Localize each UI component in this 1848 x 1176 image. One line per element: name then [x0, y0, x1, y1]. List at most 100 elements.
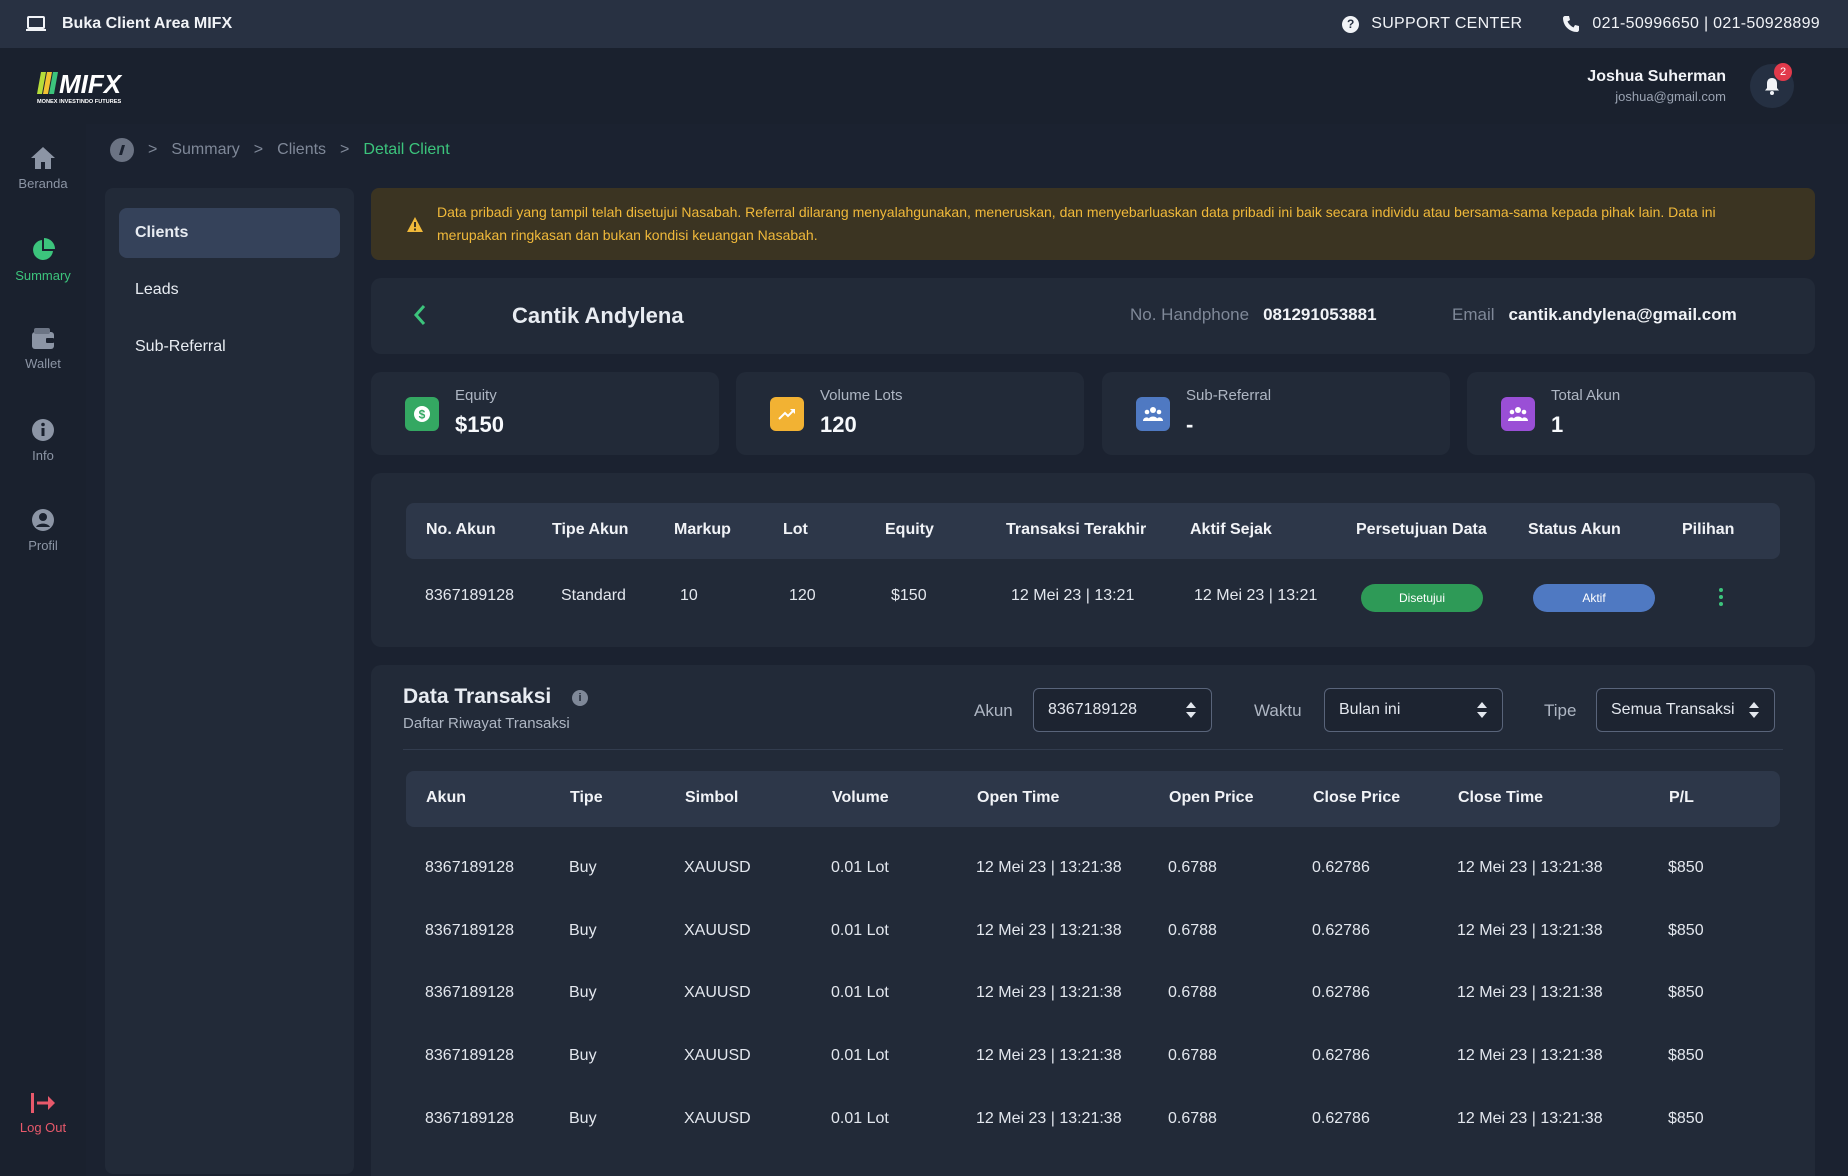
filter-tipe-select[interactable]: Semua Transaksi: [1596, 688, 1775, 732]
cell-pl: $850: [1668, 1109, 1704, 1127]
rail-label: Wallet: [25, 356, 61, 371]
mifx-logo: MIFX MONEX INVESTINDO FUTURES: [37, 70, 123, 105]
rail-item-summary[interactable]: Summary: [0, 238, 86, 283]
laptop-icon: [26, 16, 46, 31]
transactions-panel: Data Transaksi i Daftar Riwayat Transaks…: [371, 665, 1815, 1176]
cell-tipe-akun: Standard: [561, 587, 626, 604]
col-open-time: Open Time: [977, 789, 1060, 806]
rail-item-info[interactable]: Info: [0, 418, 86, 463]
cell-close-time: 12 Mei 23 | 13:21:38: [1457, 984, 1603, 1002]
cell-close-time: 12 Mei 23 | 13:21:38: [1457, 859, 1603, 876]
col-tipe-akun: Tipe Akun: [552, 521, 629, 538]
support-center-label: SUPPORT CENTER: [1371, 15, 1523, 32]
filter-tipe-value: Semua Transaksi: [1611, 701, 1735, 718]
stat-label: Equity: [455, 387, 497, 404]
col-no-akun: No. Akun: [426, 521, 496, 538]
stat-sub-referral: Sub-Referral -: [1102, 372, 1450, 455]
user-info[interactable]: Joshua Suherman joshua@gmail.com: [1587, 68, 1726, 104]
cell-simbol: XAUUSD: [684, 859, 751, 876]
col-tipe: Tipe: [570, 789, 603, 806]
cell-simbol: XAUUSD: [684, 921, 751, 939]
col-volume: Volume: [832, 789, 889, 806]
filter-akun-select[interactable]: 8367189128: [1033, 688, 1212, 732]
chevron-right-icon: >: [253, 141, 264, 158]
accounts-table: No. Akun Tipe Akun Markup Lot Equity Tra…: [371, 473, 1815, 647]
cell-open-time: 12 Mei 23 | 13:21:38: [976, 1109, 1122, 1127]
stat-value: $150: [455, 412, 504, 437]
filter-akun-value: 8367189128: [1048, 701, 1137, 718]
rail-label: Beranda: [18, 176, 68, 191]
privacy-warning: Data pribadi yang tampil telah disetujui…: [371, 188, 1815, 260]
cell-markup: 10: [680, 587, 698, 604]
logout-icon: [31, 1093, 55, 1113]
help-icon: ?: [1342, 15, 1360, 33]
support-center-link[interactable]: ? SUPPORT CENTER: [1342, 15, 1522, 33]
cell-tipe: Buy: [569, 921, 597, 939]
rail-item-beranda[interactable]: Beranda: [0, 146, 86, 191]
rail-item-profil[interactable]: Profil: [0, 508, 86, 553]
cell-close-price: 0.62786: [1312, 1109, 1370, 1127]
user-email: joshua@gmail.com: [1615, 89, 1726, 104]
cell-open-time: 12 Mei 23 | 13:21:38: [976, 1047, 1122, 1065]
home-icon: [31, 147, 55, 169]
cell-simbol: XAUUSD: [684, 1109, 751, 1127]
crumb-current: Detail Client: [363, 141, 450, 158]
cell-volume: 0.01 Lot: [831, 1109, 889, 1127]
cell-lot: 120: [789, 587, 816, 604]
submenu-item-sub-referral[interactable]: Sub-Referral: [119, 322, 340, 372]
cell-volume: 0.01 Lot: [831, 859, 889, 876]
cell-akun: 8367189128: [425, 1109, 514, 1127]
client-phone: No. Handphone 081291053881: [1130, 305, 1377, 325]
phone-value: 081291053881: [1263, 305, 1377, 324]
sort-arrows-icon: [1477, 702, 1487, 718]
svg-text:$: $: [419, 408, 426, 422]
col-aktif-sejak: Aktif Sejak: [1190, 521, 1272, 538]
cell-no-akun: 8367189128: [425, 587, 514, 604]
filter-waktu-value: Bulan ini: [1339, 701, 1401, 718]
cell-pl: $850: [1668, 1047, 1704, 1065]
logout-button[interactable]: Log Out: [0, 1092, 86, 1135]
transactions-title: Data Transaksi: [403, 685, 552, 708]
left-rail: Beranda Summary Wallet Info Profil Log O…: [0, 124, 86, 1176]
cell-volume: 0.01 Lot: [831, 921, 889, 939]
stat-label: Total Akun: [1551, 387, 1621, 404]
back-arrow-icon[interactable]: [413, 304, 427, 326]
cell-open-time: 12 Mei 23 | 13:21:38: [976, 921, 1122, 939]
cell-close-price: 0.62786: [1312, 859, 1370, 876]
cell-pl: $850: [1668, 921, 1704, 939]
cell-pl: $850: [1668, 859, 1704, 876]
info-icon[interactable]: i: [572, 690, 588, 706]
rail-label: Info: [32, 448, 54, 463]
filter-waktu-select[interactable]: Bulan ini: [1324, 688, 1503, 732]
rail-label: Summary: [15, 268, 71, 283]
phone-link[interactable]: 021-50996650 | 021-50928899: [1562, 15, 1820, 33]
cell-close-price: 0.62786: [1312, 921, 1370, 939]
cell-open-time: 12 Mei 23 | 13:21:38: [976, 984, 1122, 1002]
transactions-subtitle: Daftar Riwayat Transaksi: [403, 715, 570, 732]
col-pl: P/L: [1669, 789, 1694, 806]
filter-waktu-label: Waktu: [1254, 701, 1302, 720]
cell-open-price: 0.6788: [1168, 859, 1217, 876]
breadcrumb: > Summary > Clients > Detail Client: [110, 138, 450, 162]
col-markup: Markup: [674, 521, 731, 538]
col-lot: Lot: [783, 521, 808, 538]
submenu-item-leads[interactable]: Leads: [119, 265, 340, 315]
more-options-icon[interactable]: [1718, 588, 1724, 610]
user-icon: [32, 509, 54, 531]
divider: [403, 749, 1783, 750]
submenu-item-clients[interactable]: Clients: [119, 208, 340, 258]
warning-icon: [407, 216, 423, 232]
col-close-price: Close Price: [1313, 789, 1401, 806]
filter-tipe-label: Tipe: [1544, 701, 1577, 720]
stat-volume-lots: Volume Lots 120: [736, 372, 1084, 455]
home-crumb-icon[interactable]: [110, 138, 134, 162]
notification-button[interactable]: 2: [1750, 63, 1794, 108]
client-area-link[interactable]: Buka Client Area MIFX: [26, 15, 232, 33]
crumb-clients[interactable]: Clients: [277, 141, 326, 159]
dollar-icon: $: [405, 397, 439, 431]
info-icon: [32, 419, 54, 441]
rail-item-wallet[interactable]: Wallet: [0, 328, 86, 371]
crumb-summary[interactable]: Summary: [171, 141, 239, 159]
header: MIFX MONEX INVESTINDO FUTURES Joshua Suh…: [0, 48, 1848, 124]
cell-close-time: 12 Mei 23 | 13:21:38: [1457, 921, 1603, 939]
